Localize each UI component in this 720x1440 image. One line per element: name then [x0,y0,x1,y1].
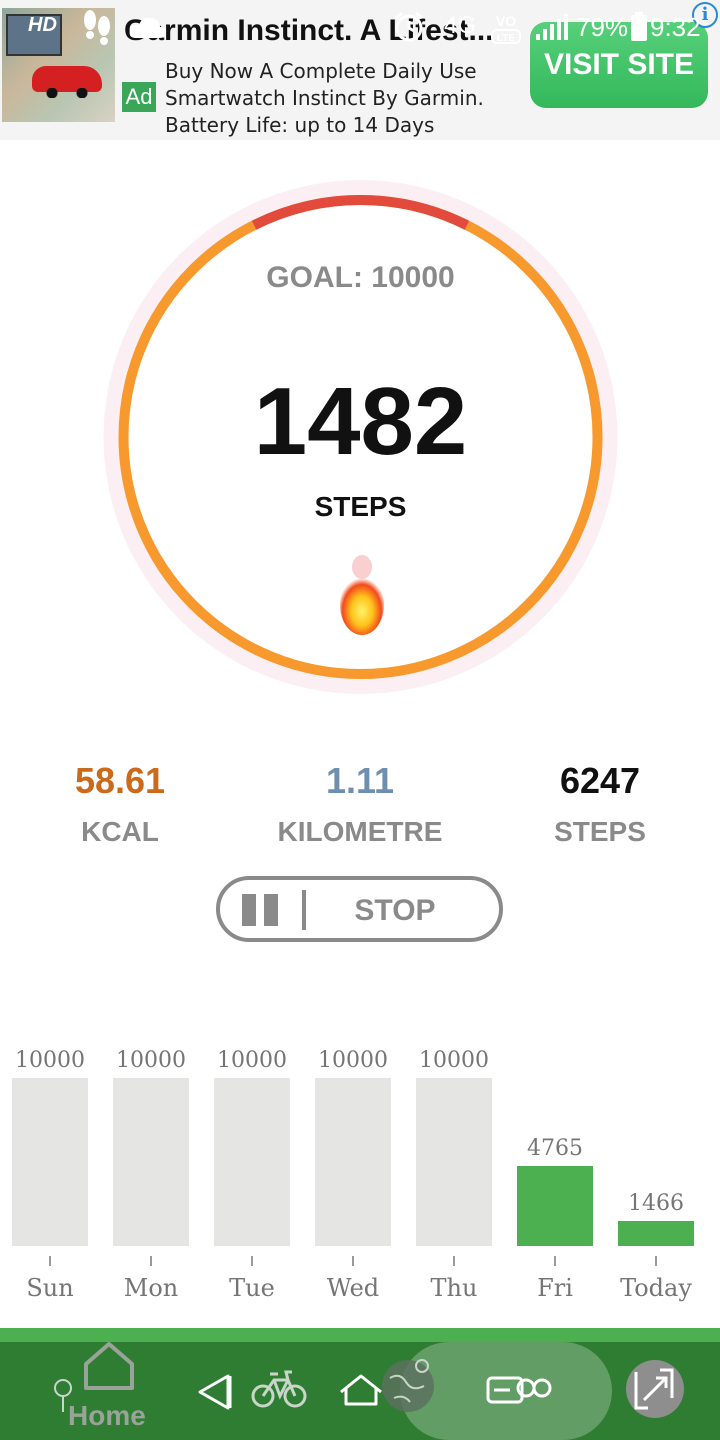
home-outline-icon[interactable] [338,1342,384,1440]
chart-bar-value-label: 10000 [116,1048,186,1073]
chart-bar [618,1221,694,1246]
car-image [32,66,102,98]
chart-day-label[interactable]: Mon [101,1274,201,1302]
ad-description-line: Smartwatch Instinct By Garmin. [165,86,484,110]
chart-bar-value-label: 10000 [217,1048,287,1073]
bicycle-icon[interactable] [250,1342,308,1440]
chart-day-label[interactable]: Fri [505,1274,605,1302]
current-steps-value: 1482 [253,368,468,475]
expand-icon[interactable] [626,1342,684,1440]
alarm-icon [395,11,423,42]
ad-description[interactable]: Buy Now A Complete Daily Use Smartwatch … [165,58,484,139]
current-steps-label: STEPS [314,491,407,522]
distance-label: KILOMETRE [277,816,443,847]
ad-description-line: Battery Life: up to 14 Days [165,113,435,137]
chart-day-label[interactable]: Wed [303,1274,403,1302]
chart-x-tick [655,1256,657,1266]
chart-bar [113,1078,189,1246]
chart-day-label[interactable]: Today [606,1274,706,1302]
network-type-text: 4G [444,12,477,39]
chart-bar [214,1078,290,1246]
total-steps-stat: 6247 STEPS [480,760,720,848]
chart-bar [315,1078,391,1246]
chart-x-tick [554,1256,556,1266]
nav-accent-strip [0,1328,720,1342]
chart-bar [12,1078,88,1246]
chart-x-tick [352,1256,354,1266]
chart-x-tick [150,1256,152,1266]
chart-day-label[interactable]: Tue [202,1274,302,1302]
svg-text:VO: VO [496,13,516,29]
weekly-steps-chart: 10000 Sun 10000 Mon 10000 Tue 10000 Wed 10000 Thu… [0,1030,720,1320]
vr-glasses-icon[interactable] [484,1342,556,1440]
kcal-value: 58.61 [74,760,166,801]
chart-day-label[interactable]: Sun [0,1274,100,1302]
ad-description-line: Buy Now A Complete Daily Use [165,59,477,83]
kcal-stat: 58.61 KCAL [0,760,240,848]
cloud-icon [129,17,167,38]
chart-bar [416,1078,492,1246]
chart-bar-value-label: 10000 [419,1048,489,1073]
volte-icon: VO LTE [491,13,521,44]
step-progress-ring: GOAL: 10000 1482 STEPS [94,177,627,697]
chart-bar-value-label: 4765 [527,1135,583,1161]
back-icon[interactable] [194,1342,234,1440]
chart-bar-value-label: 10000 [318,1048,388,1073]
distance-value: 1.11 [325,760,395,801]
ad-label-badge: Ad [122,82,156,112]
pause-stop-control: STOP [216,876,503,942]
flame-icon [340,555,384,635]
goal-label: GOAL: 10000 [266,261,455,294]
total-steps-value: 6247 [559,760,641,801]
svg-text:LTE: LTE [497,33,515,44]
pause-icon[interactable] [242,894,280,926]
kcal-label: KCAL [81,816,159,847]
battery-icon [631,12,647,41]
chart-day-label[interactable]: Thu [404,1274,504,1302]
chart-x-tick [251,1256,253,1266]
chart-bar-value-label: 10000 [15,1048,85,1073]
total-steps-label: STEPS [554,816,646,847]
distance-stat: 1.11 KILOMETRE [240,760,480,848]
steps-footprints-icon [84,10,110,45]
chart-bar-value-label: 1466 [628,1191,684,1217]
clock-time: 9:32 [650,12,701,42]
stop-button[interactable]: STOP [320,894,470,928]
chart-x-tick [453,1256,455,1266]
signal-icon [536,14,568,40]
status-bar: 4G VO LTE 79% 9:32 [0,0,720,56]
control-divider [302,890,306,930]
battery-percent: 79% [576,12,629,42]
chart-x-tick [49,1256,51,1266]
bottom-navigation: Home [0,1342,720,1440]
chart-bar [517,1165,593,1246]
home-nav-label[interactable]: Home [68,1400,146,1432]
globe-map-icon[interactable] [380,1342,436,1440]
